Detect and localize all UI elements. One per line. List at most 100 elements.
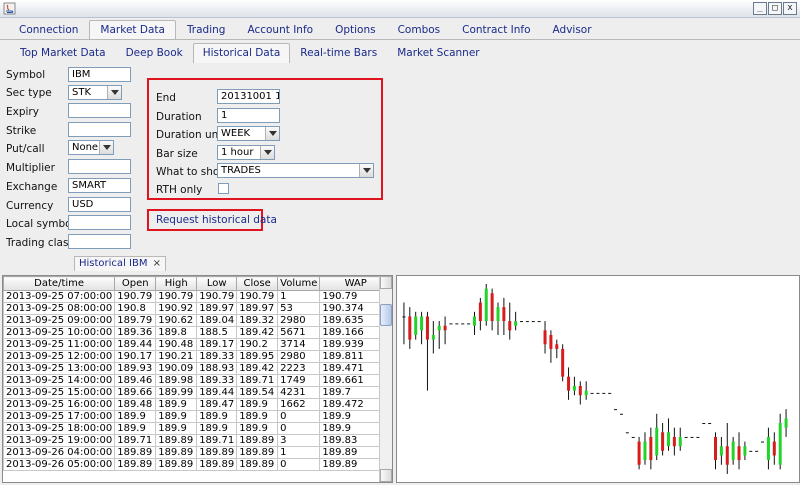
candle xyxy=(461,323,465,325)
end-field[interactable]: 20131001 12: xyxy=(217,89,280,104)
tab-options[interactable]: Options xyxy=(324,20,387,40)
symbol-field[interactable]: IBM xyxy=(68,67,131,82)
historical-ibm-tab[interactable]: Historical IBM × xyxy=(74,256,167,271)
table-row[interactable]: 2013-09-26 05:00:00 189.89 189.89 189.89 189… xyxy=(3,458,392,471)
candle xyxy=(525,321,529,323)
candle-body xyxy=(743,446,747,456)
table-row[interactable]: 2013-09-25 14:00:00 189.46 189.98 189.33 189… xyxy=(3,374,392,387)
table-cell: 189.9 xyxy=(114,422,157,435)
table-cell: 1749 xyxy=(277,374,321,387)
table-row[interactable]: 2013-09-25 07:00:00 190.79 190.79 190.79 190… xyxy=(3,290,392,303)
candle xyxy=(508,302,512,340)
table-row[interactable]: 2013-09-25 08:00:00 190.8 190.92 189.97 189.… xyxy=(3,302,392,315)
candle-body xyxy=(625,432,629,434)
table-cell: 189.89 xyxy=(114,446,157,459)
scroll-thumb[interactable] xyxy=(380,304,392,326)
tab-trading[interactable]: Trading xyxy=(176,20,237,40)
column-header[interactable]: Open xyxy=(114,276,157,291)
tab-account-info[interactable]: Account Info xyxy=(236,20,324,40)
tab-divider xyxy=(0,39,800,40)
trading-class-field[interactable] xyxy=(68,234,131,249)
close-icon[interactable]: × xyxy=(153,258,161,269)
table-cell: 2013-09-25 07:00:00 xyxy=(3,290,116,303)
strike-field[interactable] xyxy=(68,122,131,137)
candle xyxy=(714,432,718,470)
sectype-combo[interactable]: STK xyxy=(68,85,122,100)
rth-only-checkbox[interactable] xyxy=(218,183,229,194)
scroll-down-button[interactable] xyxy=(380,469,392,482)
bar-size-combo[interactable]: 1 hour xyxy=(217,145,275,160)
candle xyxy=(655,413,659,461)
candle-body xyxy=(520,321,524,323)
bar-size-label: Bar size xyxy=(156,148,198,160)
table-row[interactable]: 2013-09-25 11:00:00 189.44 190.48 189.17 190… xyxy=(3,338,392,351)
chevron-down-icon xyxy=(260,146,274,159)
expiry-field[interactable] xyxy=(68,103,131,118)
java-app-icon xyxy=(3,2,16,15)
scroll-up-button[interactable] xyxy=(380,276,392,289)
table-row[interactable]: 2013-09-25 10:00:00 189.36 189.8 188.5 189.4… xyxy=(3,326,392,339)
table-cell: 190.79 xyxy=(114,290,157,303)
exchange-field[interactable]: SMART xyxy=(68,178,131,193)
table-cell: 2980 xyxy=(277,350,321,363)
tab-combos[interactable]: Combos xyxy=(387,20,452,40)
what-to-show-combo[interactable]: TRADES xyxy=(217,163,374,178)
table-row[interactable]: 2013-09-25 13:00:00 189.93 190.09 188.93 189… xyxy=(3,362,392,375)
currency-label: Currency xyxy=(6,200,54,212)
putcall-combo[interactable]: None xyxy=(68,140,114,155)
multiplier-field[interactable] xyxy=(68,159,131,174)
local-symbol-field[interactable] xyxy=(68,215,131,230)
tab-market-data[interactable]: Market Data xyxy=(89,20,176,40)
table-cell: 189.97 xyxy=(196,302,238,315)
table-cell: 3 xyxy=(277,434,321,447)
tab-real-time-bars[interactable]: Real-time Bars xyxy=(290,43,387,63)
column-header[interactable]: Close xyxy=(236,276,279,291)
chevron-down-icon xyxy=(265,127,279,140)
table-row[interactable]: 2013-09-26 04:00:00 189.89 189.89 189.89 189… xyxy=(3,446,392,459)
candle-body xyxy=(725,446,729,465)
table-row[interactable]: 2013-09-25 19:00:00 189.71 189.89 189.71 189… xyxy=(3,434,392,447)
candle xyxy=(625,432,629,434)
tab-advisor[interactable]: Advisor xyxy=(542,20,603,40)
request-historical-data-button[interactable]: Request historical data xyxy=(156,214,277,226)
tab-contract-info[interactable]: Contract Info xyxy=(451,20,541,40)
candle xyxy=(561,344,565,382)
table-row[interactable]: 2013-09-25 16:00:00 189.48 189.9 189.47 189.… xyxy=(3,398,392,411)
close-button[interactable]: x xyxy=(783,2,797,15)
table-cell: 2223 xyxy=(277,362,321,375)
minimize-button[interactable]: _ xyxy=(753,2,767,15)
sub-tab-bar: Top Market Data Deep Book Historical Dat… xyxy=(10,43,490,63)
table-row[interactable]: 2013-09-25 12:00:00 190.17 190.21 189.33 189… xyxy=(3,350,392,363)
duration-unit-value: WEEK xyxy=(221,128,251,139)
table-cell: 189.79 xyxy=(114,314,157,327)
table-row[interactable]: 2013-09-25 17:00:00 189.9 189.9 189.9 189.9 0… xyxy=(3,410,392,423)
duration-unit-combo[interactable]: WEEK xyxy=(217,126,280,141)
table-row[interactable]: 2013-09-25 15:00:00 189.66 189.99 189.44 189… xyxy=(3,386,392,399)
table-row[interactable]: 2013-09-25 18:00:00 189.9 189.9 189.9 189.9 0… xyxy=(3,422,392,435)
maximize-button[interactable]: □ xyxy=(768,2,782,15)
tab-top-market-data[interactable]: Top Market Data xyxy=(10,43,116,63)
candle xyxy=(666,418,670,451)
vertical-scrollbar[interactable] xyxy=(379,276,392,482)
column-header[interactable]: Low xyxy=(196,276,238,291)
candle-body xyxy=(431,334,435,340)
table-cell: 5671 xyxy=(277,326,321,339)
tab-market-scanner[interactable]: Market Scanner xyxy=(387,43,489,63)
candle xyxy=(449,323,453,325)
candle xyxy=(496,302,500,335)
currency-field[interactable]: USD xyxy=(68,197,131,212)
candle-body xyxy=(467,323,471,325)
table-row[interactable]: 2013-09-25 09:00:00 189.79 190.62 189.04 189… xyxy=(3,314,392,327)
tab-connection[interactable]: Connection xyxy=(8,20,89,40)
column-header[interactable]: Date/time xyxy=(3,276,116,291)
candlestick-chart xyxy=(402,284,788,474)
candle xyxy=(408,307,412,349)
local-symbol-label: Local symbol xyxy=(6,218,75,230)
tab-historical-data[interactable]: Historical Data xyxy=(192,43,291,63)
column-header[interactable]: Volume xyxy=(277,276,321,291)
table-cell: 189.9 xyxy=(196,410,238,423)
column-header[interactable]: High xyxy=(155,276,198,291)
tab-deep-book[interactable]: Deep Book xyxy=(116,43,193,63)
duration-field[interactable]: 1 xyxy=(217,108,280,123)
candle xyxy=(549,330,553,363)
